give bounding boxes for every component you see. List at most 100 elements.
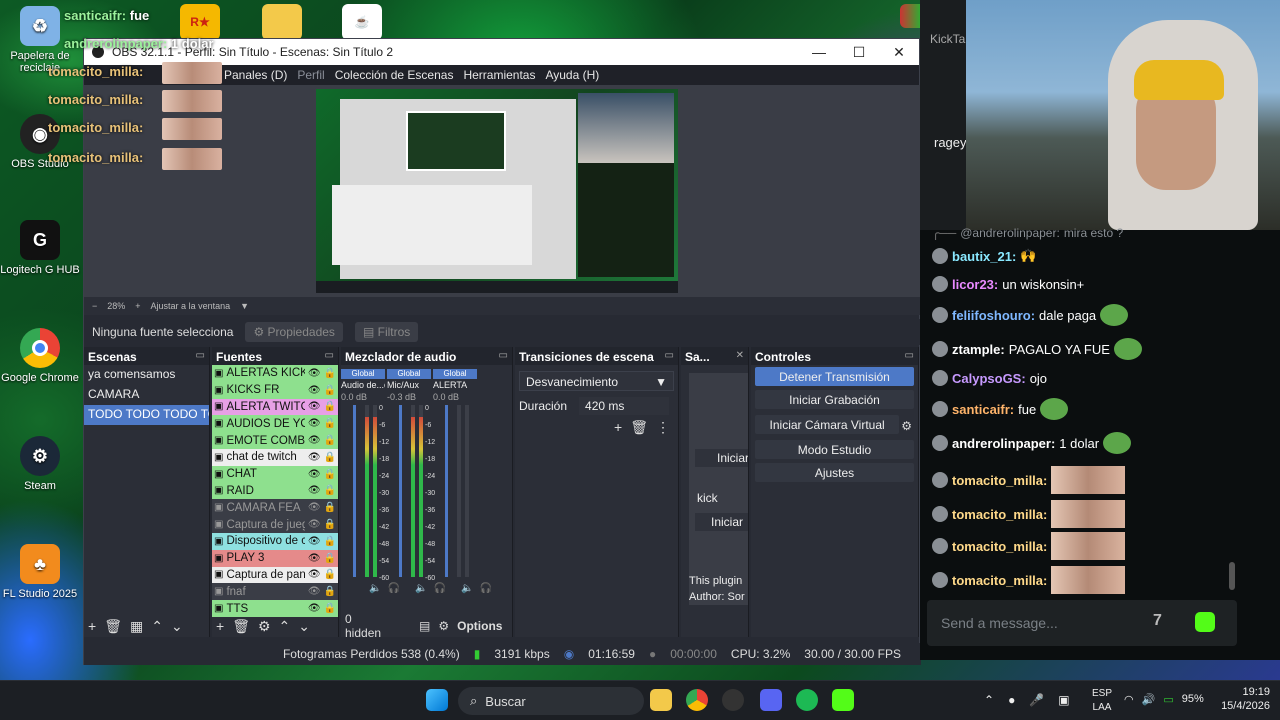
kick-icon[interactable] <box>832 689 854 711</box>
scene-filter-icon[interactable]: ▦ <box>130 618 143 635</box>
chat-message[interactable]: CalypsoGS: ojo <box>932 370 1047 386</box>
steam-shortcut[interactable]: ⚙ Steam <box>0 436 80 492</box>
duration-field[interactable]: 420 ms <box>579 397 670 415</box>
chat-message[interactable]: tomacito_milla: <box>932 500 1126 528</box>
filters-button[interactable]: ▤ Filtros <box>354 322 419 342</box>
close-icon[interactable]: ✕ <box>736 350 744 362</box>
start-button-1[interactable]: Iniciar <box>695 449 748 467</box>
lock-icon[interactable]: 🔒 <box>324 469 336 480</box>
maximize-icon[interactable]: ☐ <box>839 44 879 61</box>
lock-icon[interactable]: 🔒 <box>324 569 336 580</box>
eye-icon[interactable]: 👁 <box>308 469 321 480</box>
lock-icon[interactable]: 🔒 <box>324 519 336 530</box>
trash-icon[interactable]: 🗑 <box>232 618 250 635</box>
start-button-2[interactable]: Iniciar <box>695 513 748 531</box>
source-item[interactable]: ▣ALERTA TWITCH👁🔒 <box>212 398 338 416</box>
more-icon[interactable]: ⋮ <box>656 419 670 436</box>
dock-menu-icon[interactable]: ▭ <box>196 350 205 362</box>
lock-icon[interactable]: 🔒 <box>324 603 336 614</box>
folder-icon[interactable] <box>262 4 302 40</box>
dock-menu-icon[interactable]: ▭ <box>665 350 674 362</box>
eye-icon[interactable]: 👁 <box>308 401 321 412</box>
chat-username[interactable]: ztample: <box>952 342 1005 357</box>
taskbar-search[interactable]: ⌕ Buscar <box>458 687 644 715</box>
stop-streaming-button[interactable]: Detener Transmisión <box>755 367 914 386</box>
studio-mode-button[interactable]: Modo Estudio <box>755 440 914 459</box>
chat-send-box[interactable]: Send a message... 7 <box>927 600 1237 646</box>
source-item[interactable]: ▣ chat de twitch 👁 🔒 <box>212 448 338 466</box>
layout-icon[interactable]: ▤ <box>419 619 430 633</box>
chat-tab-partial[interactable]: ragey <box>934 135 967 150</box>
source-item[interactable]: ▣Captura de juego 👁🔒 <box>212 516 338 533</box>
chat-username[interactable]: tomacito_milla: <box>952 473 1047 488</box>
microphone-icon[interactable]: 🎤 <box>1029 693 1044 707</box>
zoom-in-button[interactable]: + <box>135 301 140 311</box>
rockstar-icon[interactable]: R★ <box>180 4 220 40</box>
eye-icon[interactable]: 👁 <box>308 435 321 446</box>
lock-icon[interactable]: 🔒 <box>324 553 336 564</box>
chat-message[interactable]: tomacito_milla: <box>932 466 1126 494</box>
menu-coleccion[interactable]: Colección de Escenas <box>335 68 454 82</box>
gear-icon[interactable]: ⚙ <box>258 618 271 635</box>
chat-username[interactable]: CalypsoGS: <box>952 371 1026 386</box>
source-item[interactable]: ▣ CAMARA FEA 👁 🔒 <box>212 499 338 517</box>
source-item[interactable]: ▣Dispositivo de captura👁🔒 <box>212 532 338 550</box>
chat-username[interactable]: feliifoshouro: <box>952 308 1035 323</box>
zoom-out-button[interactable]: − <box>92 301 97 311</box>
add-icon[interactable]: + <box>614 419 622 436</box>
chat-username[interactable]: tomacito_milla: <box>952 573 1047 588</box>
chat-username[interactable]: licor23: <box>952 277 998 292</box>
chat-message[interactable]: feliifoshouro: dale paga <box>932 304 1129 326</box>
chat-username[interactable]: @andrerolinpaper: <box>960 226 1060 240</box>
chevron-down-icon[interactable]: ⌄ <box>171 618 183 635</box>
chevron-down-icon[interactable]: ⌄ <box>298 618 310 635</box>
chat-message[interactable]: licor23: un wiskonsin+ <box>932 276 1084 292</box>
lock-icon[interactable]: 🔒 <box>324 385 336 396</box>
close-icon[interactable]: ✕ <box>879 44 919 61</box>
minimize-icon[interactable]: — <box>799 44 839 61</box>
chat-username[interactable]: tomacito_milla: <box>952 507 1047 522</box>
chat-message[interactable]: bautix_21: 🙌 <box>932 248 1037 264</box>
settings-button[interactable]: Ajustes <box>755 463 914 482</box>
send-message-input[interactable]: Send a message... <box>941 615 1058 631</box>
lock-icon[interactable]: 🔒 <box>324 435 336 446</box>
properties-button[interactable]: ⚙ Propiedades <box>245 322 343 342</box>
chat-message[interactable]: andrerolinpaper: 1 dolar <box>932 432 1132 454</box>
discord-icon[interactable] <box>760 689 782 711</box>
spotify-icon[interactable] <box>796 689 818 711</box>
dock-menu-icon[interactable]: ▭ <box>905 350 914 362</box>
add-icon[interactable]: + <box>216 618 224 634</box>
speaker-icon[interactable]: 🔈 <box>369 583 381 594</box>
chat-scrollbar[interactable] <box>1229 562 1235 590</box>
eye-icon[interactable]: 👁 <box>308 536 321 547</box>
chat-username[interactable]: tomacito_milla: <box>952 539 1047 554</box>
speaker-icon[interactable]: 🔈 <box>461 583 473 594</box>
chat-username[interactable]: santicaifr: <box>952 402 1014 417</box>
transition-select[interactable]: Desvanecimiento ▼ <box>519 371 674 391</box>
emote-picker-icon[interactable] <box>1195 612 1215 632</box>
eye-icon[interactable]: 👁 <box>308 603 321 614</box>
seven-tv-icon[interactable]: 7 <box>1153 612 1162 630</box>
eye-icon[interactable]: 👁 <box>308 452 321 463</box>
add-icon[interactable]: + <box>88 618 96 634</box>
gear-icon[interactable]: ⚙ <box>438 619 449 633</box>
fl-studio-shortcut[interactable]: ♣ FL Studio 2025 <box>0 544 80 600</box>
stream-preview[interactable] <box>316 89 678 293</box>
start-recording-button[interactable]: Iniciar Grabación <box>755 390 914 409</box>
source-item[interactable]: ▣ ALERTAS KICK 👁 🔒 <box>212 365 338 382</box>
file-explorer-icon[interactable] <box>650 689 672 711</box>
chat-message[interactable]: ╭── @andrerolinpaper: mira esto ? <box>932 226 1123 240</box>
lock-icon[interactable]: 🔒 <box>324 368 336 379</box>
menu-paneles[interactable]: Panales (D) <box>224 68 287 82</box>
obs-icon[interactable] <box>722 689 744 711</box>
options-button[interactable]: Options <box>457 619 502 633</box>
volume-fader[interactable] <box>353 405 356 577</box>
lock-icon[interactable]: 🔒 <box>324 485 336 496</box>
chat-username[interactable]: andrerolinpaper: <box>952 436 1055 451</box>
clock[interactable]: 19:19 15/4/2026 <box>1221 685 1270 713</box>
eye-icon[interactable]: 👁 <box>308 586 321 597</box>
eye-icon[interactable]: 👁 <box>308 418 321 429</box>
chevron-up-icon[interactable]: ⌃ <box>279 618 291 635</box>
lock-icon[interactable]: 🔒 <box>324 586 336 597</box>
app-tray-icon[interactable]: ● <box>1008 693 1015 707</box>
